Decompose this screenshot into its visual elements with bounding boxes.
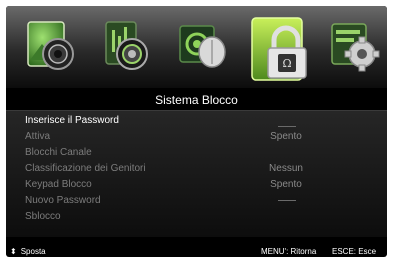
footer-hints: ⬍ Sposta MENU': Ritorna ESCE: Esce <box>6 246 387 257</box>
menu-title: Sistema Blocco <box>155 93 238 107</box>
menu-row-label: Attiva <box>25 131 51 142</box>
sound-menu-icon[interactable] <box>96 16 156 76</box>
back-hint: MENU': Ritorna <box>261 247 317 256</box>
menu-row-label: Nuovo Password <box>25 195 101 206</box>
exit-hint: ESCE: Esce <box>332 247 377 256</box>
menu-row-keypad-lock[interactable]: Keypad Blocco Spento <box>6 177 387 193</box>
settings-menu-icon[interactable] <box>324 16 384 76</box>
new-password-dash <box>278 200 296 201</box>
menu-row-value: Spento <box>270 179 302 190</box>
svg-text:Ω: Ω <box>282 57 291 70</box>
menu-row-new-password[interactable]: Nuovo Password <box>6 193 387 209</box>
menu-row-value: Nessun <box>269 163 303 174</box>
menu-row-parental-rating[interactable]: Classificazione dei Genitori Nessun <box>6 161 387 177</box>
menu-row-value: Spento <box>270 131 302 142</box>
move-hint-label: Sposta <box>20 247 46 256</box>
menu-row-channel-block[interactable]: Blocchi Canale <box>6 145 387 161</box>
menu-icon-bar: Ω <box>6 6 387 88</box>
menu-row-label: Classificazione dei Genitori <box>25 163 146 174</box>
password-placeholder-dash <box>278 126 296 127</box>
move-hint: ⬍ Sposta <box>10 246 46 257</box>
menu-row-unlock[interactable]: Sblocco <box>6 209 387 225</box>
menu-row-label: Keypad Blocco <box>25 179 92 190</box>
lock-settings-list: Inserisce il Password Attiva Spento Bloc… <box>6 110 387 237</box>
up-down-arrows-icon: ⬍ <box>10 247 17 256</box>
osd-screen: Ω Sistema Blocco Inserisce il Password A… <box>6 6 387 257</box>
menu-row-label: Blocchi Canale <box>25 147 92 158</box>
channel-menu-icon[interactable] <box>172 16 232 76</box>
menu-row-label: Inserisce il Password <box>25 115 119 126</box>
picture-menu-icon[interactable] <box>20 16 80 76</box>
menu-row-enter-password[interactable]: Inserisce il Password <box>6 113 387 129</box>
menu-row-active[interactable]: Attiva Spento <box>6 129 387 145</box>
menu-row-label: Sblocco <box>25 211 61 222</box>
lock-menu-icon[interactable]: Ω <box>250 14 314 86</box>
